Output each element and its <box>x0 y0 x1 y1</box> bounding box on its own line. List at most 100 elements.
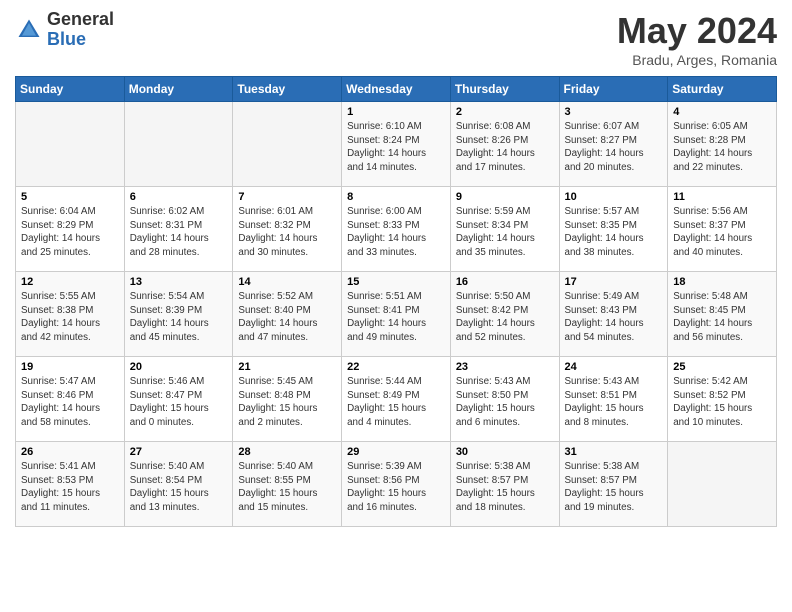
calendar-cell: 20Sunrise: 5:46 AMSunset: 8:47 PMDayligh… <box>124 357 233 442</box>
day-info: Sunrise: 5:44 AMSunset: 8:49 PMDaylight:… <box>347 375 445 430</box>
daylight-text: Daylight: 14 hours and 56 minutes. <box>673 318 752 343</box>
calendar-body: 1Sunrise: 6:10 AMSunset: 8:24 PMDaylight… <box>16 102 777 527</box>
day-header-tuesday: Tuesday <box>233 77 342 102</box>
daylight-text: Daylight: 14 hours and 40 minutes. <box>673 233 752 258</box>
sunrise-text: Sunrise: 5:39 AM <box>347 461 422 472</box>
day-info: Sunrise: 5:57 AMSunset: 8:35 PMDaylight:… <box>565 205 663 260</box>
day-number: 27 <box>130 446 228 458</box>
daylight-text: Daylight: 14 hours and 22 minutes. <box>673 148 752 173</box>
day-header-thursday: Thursday <box>450 77 559 102</box>
calendar-week-2: 5Sunrise: 6:04 AMSunset: 8:29 PMDaylight… <box>16 187 777 272</box>
daylight-text: Daylight: 14 hours and 42 minutes. <box>21 318 100 343</box>
day-header-wednesday: Wednesday <box>342 77 451 102</box>
day-info: Sunrise: 5:54 AMSunset: 8:39 PMDaylight:… <box>130 290 228 345</box>
sunset-text: Sunset: 8:29 PM <box>21 220 93 231</box>
daylight-text: Daylight: 14 hours and 28 minutes. <box>130 233 209 258</box>
calendar-cell: 19Sunrise: 5:47 AMSunset: 8:46 PMDayligh… <box>16 357 125 442</box>
sunrise-text: Sunrise: 6:10 AM <box>347 121 422 132</box>
daylight-text: Daylight: 15 hours and 10 minutes. <box>673 403 752 428</box>
sunrise-text: Sunrise: 5:43 AM <box>565 376 640 387</box>
day-number: 19 <box>21 361 119 373</box>
daylight-text: Daylight: 14 hours and 58 minutes. <box>21 403 100 428</box>
sunset-text: Sunset: 8:40 PM <box>238 305 310 316</box>
daylight-text: Daylight: 15 hours and 4 minutes. <box>347 403 426 428</box>
day-number: 22 <box>347 361 445 373</box>
daylight-text: Daylight: 14 hours and 17 minutes. <box>456 148 535 173</box>
sunset-text: Sunset: 8:39 PM <box>130 305 202 316</box>
sunrise-text: Sunrise: 5:50 AM <box>456 291 531 302</box>
day-info: Sunrise: 6:07 AM Sunset: 8:27 PM Daylight:… <box>565 120 663 175</box>
day-number: 31 <box>565 446 663 458</box>
sunrise-text: Sunrise: 6:07 AM <box>565 121 640 132</box>
daylight-text: Daylight: 15 hours and 6 minutes. <box>456 403 535 428</box>
day-header-sunday: Sunday <box>16 77 125 102</box>
sunset-text: Sunset: 8:42 PM <box>456 305 528 316</box>
daylight-text: Daylight: 15 hours and 13 minutes. <box>130 488 209 513</box>
sunrise-text: Sunrise: 5:41 AM <box>21 461 96 472</box>
sunrise-text: Sunrise: 5:45 AM <box>238 376 313 387</box>
calendar-cell: 11Sunrise: 5:56 AMSunset: 8:37 PMDayligh… <box>668 187 777 272</box>
location: Bradu, Arges, Romania <box>617 52 777 68</box>
sunset-text: Sunset: 8:34 PM <box>456 220 528 231</box>
sunset-text: Sunset: 8:57 PM <box>456 475 528 486</box>
sunset-text: Sunset: 8:52 PM <box>673 390 745 401</box>
calendar-cell <box>233 102 342 187</box>
daylight-text: Daylight: 14 hours and 54 minutes. <box>565 318 644 343</box>
logo-text: General Blue <box>47 10 114 50</box>
calendar-table: SundayMondayTuesdayWednesdayThursdayFrid… <box>15 76 777 527</box>
sunrise-text: Sunrise: 6:01 AM <box>238 206 313 217</box>
sunset-text: Sunset: 8:28 PM <box>673 135 745 146</box>
calendar-cell: 8Sunrise: 6:00 AMSunset: 8:33 PMDaylight… <box>342 187 451 272</box>
daylight-text: Daylight: 14 hours and 20 minutes. <box>565 148 644 173</box>
daylight-text: Daylight: 14 hours and 45 minutes. <box>130 318 209 343</box>
calendar-cell: 7Sunrise: 6:01 AMSunset: 8:32 PMDaylight… <box>233 187 342 272</box>
day-number: 16 <box>456 276 554 288</box>
sunrise-text: Sunrise: 5:38 AM <box>565 461 640 472</box>
day-info: Sunrise: 5:52 AMSunset: 8:40 PMDaylight:… <box>238 290 336 345</box>
day-number: 3 <box>565 106 663 118</box>
daylight-text: Daylight: 14 hours and 52 minutes. <box>456 318 535 343</box>
day-number: 12 <box>21 276 119 288</box>
sunset-text: Sunset: 8:47 PM <box>130 390 202 401</box>
title-block: May 2024 Bradu, Arges, Romania <box>617 10 777 68</box>
daylight-text: Daylight: 14 hours and 30 minutes. <box>238 233 317 258</box>
sunrise-text: Sunrise: 5:40 AM <box>130 461 205 472</box>
day-number: 6 <box>130 191 228 203</box>
sunset-text: Sunset: 8:48 PM <box>238 390 310 401</box>
day-info: Sunrise: 5:38 AMSunset: 8:57 PMDaylight:… <box>456 460 554 515</box>
daylight-text: Daylight: 15 hours and 11 minutes. <box>21 488 100 513</box>
sunrise-text: Sunrise: 5:49 AM <box>565 291 640 302</box>
calendar-cell: 25Sunrise: 5:42 AMSunset: 8:52 PMDayligh… <box>668 357 777 442</box>
day-number: 2 <box>456 106 554 118</box>
day-number: 10 <box>565 191 663 203</box>
sunrise-text: Sunrise: 6:02 AM <box>130 206 205 217</box>
day-number: 21 <box>238 361 336 373</box>
calendar-cell: 17Sunrise: 5:49 AMSunset: 8:43 PMDayligh… <box>559 272 668 357</box>
daylight-text: Daylight: 14 hours and 14 minutes. <box>347 148 426 173</box>
sunrise-text: Sunrise: 5:56 AM <box>673 206 748 217</box>
calendar-cell: 23Sunrise: 5:43 AMSunset: 8:50 PMDayligh… <box>450 357 559 442</box>
sunrise-text: Sunrise: 5:47 AM <box>21 376 96 387</box>
day-info: Sunrise: 6:00 AMSunset: 8:33 PMDaylight:… <box>347 205 445 260</box>
day-number: 29 <box>347 446 445 458</box>
sunset-text: Sunset: 8:27 PM <box>565 135 637 146</box>
sunset-text: Sunset: 8:50 PM <box>456 390 528 401</box>
sunset-text: Sunset: 8:41 PM <box>347 305 419 316</box>
daylight-text: Daylight: 15 hours and 0 minutes. <box>130 403 209 428</box>
day-number: 26 <box>21 446 119 458</box>
day-info: Sunrise: 5:48 AMSunset: 8:45 PMDaylight:… <box>673 290 771 345</box>
calendar-week-5: 26Sunrise: 5:41 AMSunset: 8:53 PMDayligh… <box>16 442 777 527</box>
sunset-text: Sunset: 8:57 PM <box>565 475 637 486</box>
calendar-cell: 31Sunrise: 5:38 AMSunset: 8:57 PMDayligh… <box>559 442 668 527</box>
sunrise-text: Sunrise: 5:57 AM <box>565 206 640 217</box>
calendar-cell <box>668 442 777 527</box>
logo-blue: Blue <box>47 30 114 50</box>
day-info: Sunrise: 5:39 AMSunset: 8:56 PMDaylight:… <box>347 460 445 515</box>
calendar-cell <box>16 102 125 187</box>
day-info: Sunrise: 5:45 AMSunset: 8:48 PMDaylight:… <box>238 375 336 430</box>
day-info: Sunrise: 5:56 AMSunset: 8:37 PMDaylight:… <box>673 205 771 260</box>
day-info: Sunrise: 5:51 AMSunset: 8:41 PMDaylight:… <box>347 290 445 345</box>
sunset-text: Sunset: 8:43 PM <box>565 305 637 316</box>
calendar-cell: 3 Sunrise: 6:07 AM Sunset: 8:27 PM Daylight… <box>559 102 668 187</box>
calendar-cell: 16 Sunrise: 5:50 AM Sunset: 8:42 PM Dayligh… <box>450 272 559 357</box>
